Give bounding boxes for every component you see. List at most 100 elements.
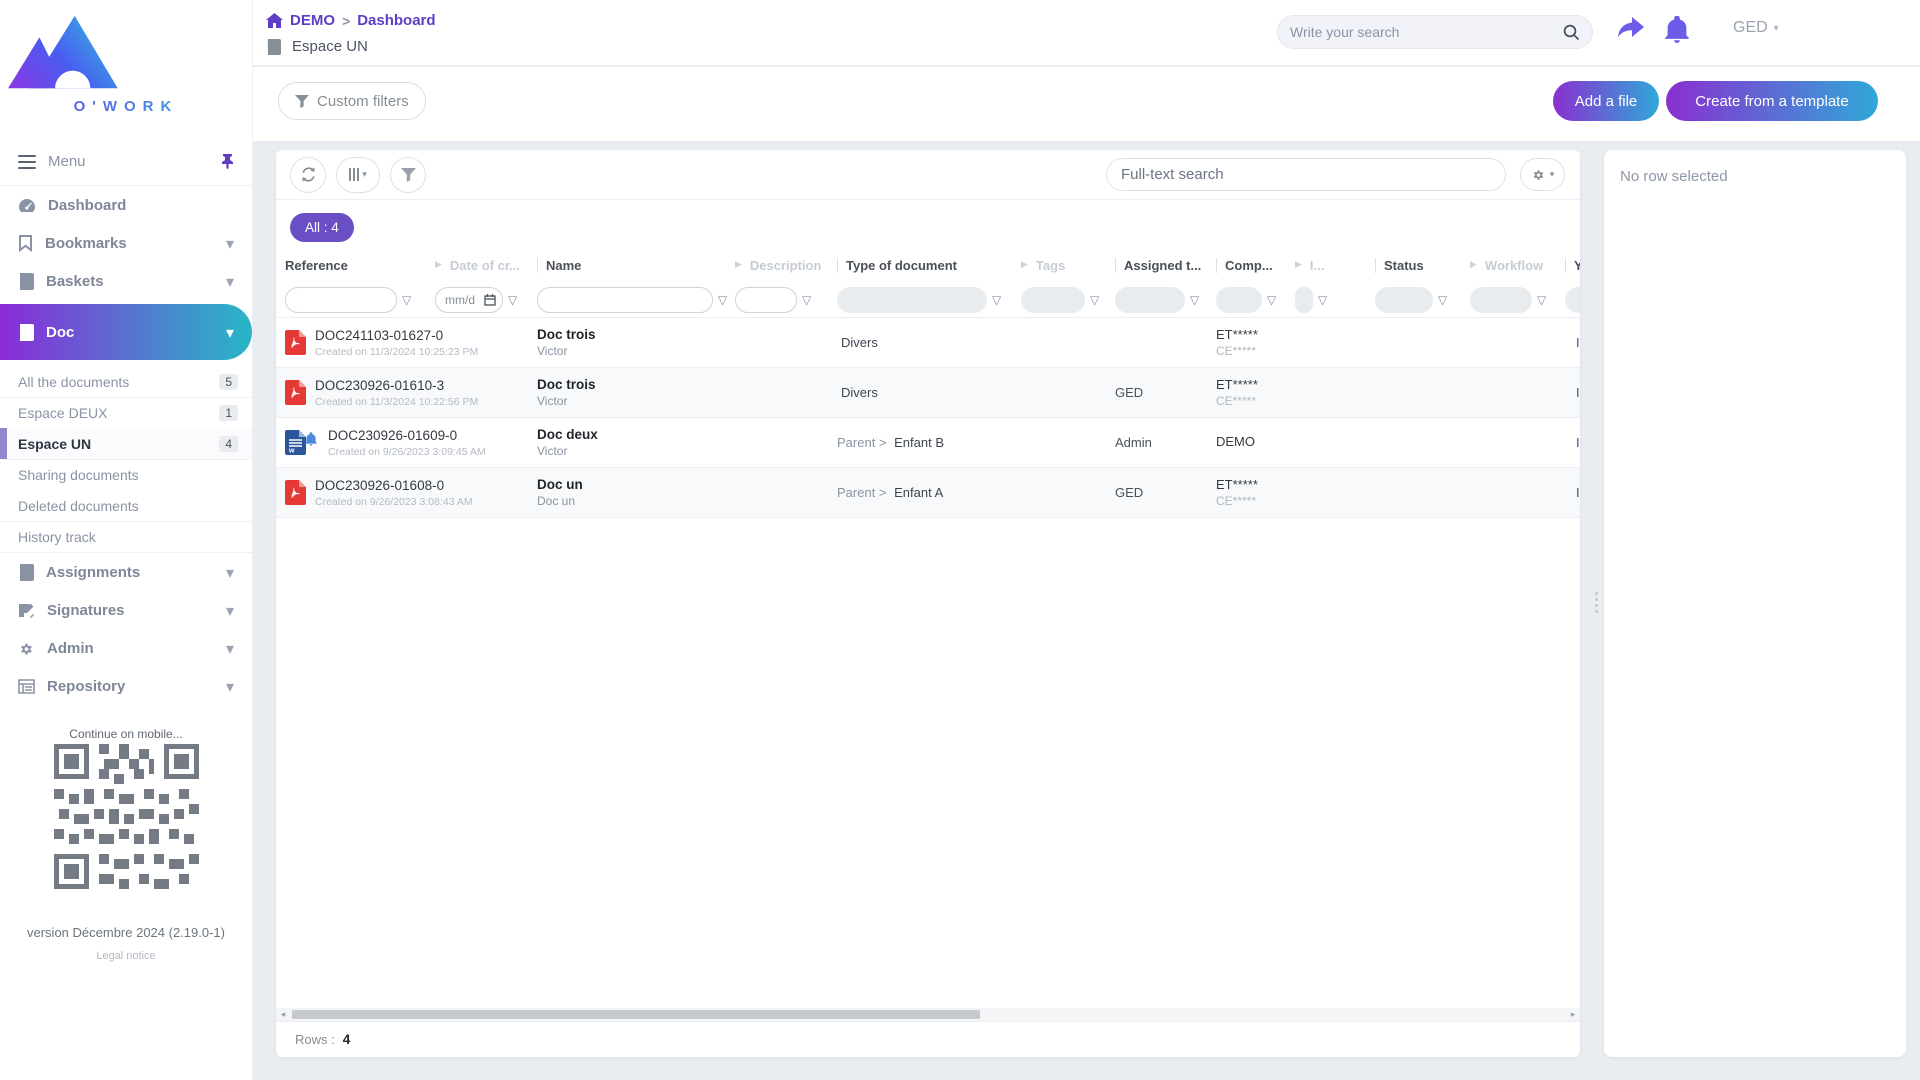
- scrollbar-track[interactable]: [290, 1009, 1566, 1020]
- sidebar-subitem-deleted-documents[interactable]: Deleted documents: [0, 490, 252, 521]
- table-footer: Rows : 4: [276, 1021, 1580, 1057]
- hamburger-icon[interactable]: [18, 154, 36, 169]
- sidebar-subitem-history-track[interactable]: History track: [0, 521, 252, 552]
- column-expand-icon[interactable]: ▶: [1021, 260, 1028, 270]
- column-header-reference[interactable]: Reference: [285, 258, 435, 273]
- filter-reference: ▽: [285, 286, 435, 313]
- filter-funnel-icon[interactable]: ▽: [718, 293, 727, 307]
- sidebar-item-repository[interactable]: Repository ▾: [0, 667, 252, 705]
- sidebar-subitem-espace-deux[interactable]: Espace DEUX 1: [0, 397, 252, 428]
- filter-date-input[interactable]: [435, 286, 503, 313]
- filter-funnel-icon[interactable]: ▽: [1267, 293, 1276, 307]
- filter-type-select[interactable]: [837, 286, 987, 313]
- global-search-input[interactable]: [1290, 24, 1563, 40]
- sidebar-item-doc[interactable]: Doc ▾: [0, 304, 252, 360]
- document-type: Divers: [841, 385, 878, 400]
- filters-button[interactable]: [390, 156, 426, 193]
- sidebar-subitem-all-documents[interactable]: All the documents 5: [0, 366, 252, 397]
- filter-funnel-icon[interactable]: ▽: [508, 293, 517, 307]
- column-header-y[interactable]: Y...: [1565, 257, 1580, 273]
- document-company-1: ET*****: [1216, 477, 1258, 492]
- filter-assigned-select[interactable]: [1115, 286, 1185, 313]
- column-header-status[interactable]: Status: [1375, 257, 1470, 273]
- count-badge: 4: [219, 435, 238, 452]
- table-row[interactable]: w DOC230926-01609-0 Created on 9/26/2023…: [276, 418, 1580, 468]
- sidebar-subitem-sharing-documents[interactable]: Sharing documents: [0, 459, 252, 490]
- column-header-type[interactable]: Type of document: [837, 257, 1021, 273]
- add-file-button[interactable]: Add a file: [1553, 81, 1659, 121]
- filter-funnel-icon[interactable]: ▽: [1090, 293, 1099, 307]
- sidebar-item-admin[interactable]: Admin ▾: [0, 629, 252, 667]
- filter-company-select[interactable]: [1216, 286, 1262, 313]
- sidebar-menu-row[interactable]: Menu: [0, 138, 252, 186]
- horizontal-scrollbar[interactable]: ◂ ▸: [276, 1008, 1580, 1021]
- sidebar-item-dashboard[interactable]: Dashboard: [0, 186, 252, 224]
- column-header-assigned[interactable]: Assigned t...: [1115, 257, 1216, 273]
- custom-filters-button[interactable]: Custom filters: [278, 82, 426, 120]
- panel-resize-handle[interactable]: [1593, 589, 1599, 616]
- filter-name-input[interactable]: [537, 286, 713, 313]
- filter-description-input[interactable]: [735, 286, 797, 313]
- refresh-button[interactable]: [290, 156, 326, 193]
- all-filter-chip[interactable]: All : 4: [290, 213, 354, 242]
- column-expand-icon[interactable]: ▶: [1470, 260, 1477, 270]
- column-expand-icon[interactable]: ▶: [1295, 260, 1302, 270]
- scrollbar-thumb[interactable]: [292, 1010, 980, 1019]
- filter-workflow-select[interactable]: [1470, 286, 1532, 313]
- scroll-left-arrow[interactable]: ◂: [276, 1010, 290, 1020]
- filter-funnel-icon[interactable]: ▽: [1537, 293, 1546, 307]
- column-expand-icon[interactable]: ▶: [435, 260, 442, 270]
- create-from-template-button[interactable]: Create from a template: [1666, 81, 1878, 121]
- notifications-button[interactable]: [1665, 16, 1689, 43]
- filter-funnel-icon[interactable]: ▽: [402, 293, 411, 307]
- home-icon[interactable]: [266, 13, 283, 28]
- document-company-2: CE*****: [1216, 394, 1257, 408]
- global-search[interactable]: [1277, 15, 1593, 49]
- detail-panel: No row selected: [1604, 150, 1906, 1057]
- breadcrumb-root[interactable]: DEMO: [290, 12, 335, 29]
- table-settings-button[interactable]: ▾: [1520, 158, 1565, 191]
- column-header-company[interactable]: Comp...: [1216, 257, 1295, 273]
- svg-text:w: w: [288, 448, 295, 455]
- document-created: Created on 11/3/2024 10:25:23 PM: [315, 345, 479, 358]
- sidebar-item-baskets[interactable]: Baskets ▾: [0, 262, 252, 300]
- column-header-description[interactable]: ▶ Description: [735, 258, 837, 273]
- column-expand-icon[interactable]: ▶: [735, 260, 742, 270]
- filter-funnel-icon[interactable]: ▽: [992, 293, 1001, 307]
- breadcrumb-current[interactable]: Dashboard: [357, 12, 435, 29]
- filter-funnel-icon[interactable]: ▽: [1190, 293, 1199, 307]
- column-header-date[interactable]: ▶ Date of cr...: [435, 258, 537, 273]
- filter-funnel-icon[interactable]: ▽: [802, 293, 811, 307]
- legal-notice-link[interactable]: Legal notice: [0, 950, 252, 962]
- filter-y-select[interactable]: [1565, 286, 1580, 313]
- sidebar-item-bookmarks[interactable]: Bookmarks ▾: [0, 224, 252, 262]
- column-header-workflow[interactable]: ▶ Workflow: [1470, 258, 1565, 273]
- scroll-right-arrow[interactable]: ▸: [1566, 1010, 1580, 1020]
- sidebar-item-signatures[interactable]: Signatures ▾: [0, 591, 252, 629]
- table-row[interactable]: DOC230926-01610-3 Created on 11/3/2024 1…: [276, 368, 1580, 418]
- column-header-i[interactable]: ▶ I...: [1295, 258, 1375, 273]
- share-button[interactable]: [1615, 16, 1645, 42]
- column-header-tags[interactable]: ▶ Tags: [1021, 258, 1115, 273]
- filter-tags-select[interactable]: [1021, 286, 1085, 313]
- table-row[interactable]: DOC241103-01627-0 Created on 11/3/2024 1…: [276, 318, 1580, 368]
- columns-button[interactable]: ▾: [336, 156, 380, 193]
- table-row[interactable]: DOC230926-01608-0 Created on 9/26/2023 3…: [276, 468, 1580, 518]
- clipped-cell-text: I: [1576, 385, 1580, 400]
- filter-funnel-icon[interactable]: ▽: [1438, 293, 1447, 307]
- search-icon[interactable]: [1563, 24, 1580, 41]
- filter-i-select[interactable]: [1295, 286, 1313, 313]
- filter-reference-input[interactable]: [285, 286, 397, 313]
- filter-funnel-icon[interactable]: ▽: [1318, 293, 1327, 307]
- column-header-name[interactable]: Name: [537, 257, 735, 273]
- chevron-down-icon: ▾: [225, 600, 234, 620]
- sidebar-item-assignments[interactable]: Assignments ▾: [0, 553, 252, 591]
- sidebar-subitem-espace-un[interactable]: Espace UN 4: [0, 428, 252, 459]
- filter-status-select[interactable]: [1375, 286, 1433, 313]
- user-menu[interactable]: GED ▾: [1733, 19, 1779, 37]
- book-icon: [20, 323, 34, 341]
- pin-icon[interactable]: [221, 154, 234, 169]
- fulltext-search-input[interactable]: [1121, 166, 1491, 183]
- fulltext-search[interactable]: [1106, 158, 1506, 191]
- signature-pen-icon: [19, 603, 34, 618]
